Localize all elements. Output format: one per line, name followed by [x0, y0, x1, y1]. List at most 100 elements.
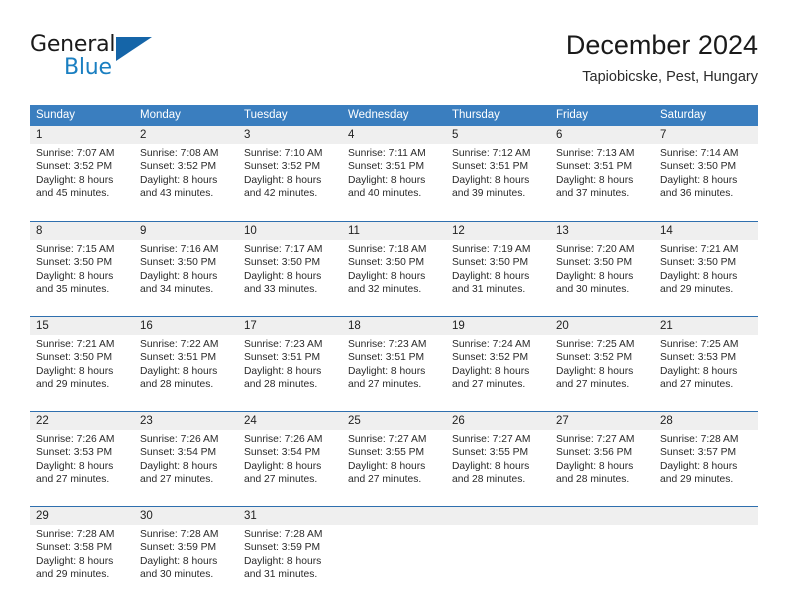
day-cell-2[interactable]: 2 Sunrise: 7:08 AM Sunset: 3:52 PM Daylight… [134, 126, 238, 215]
day-number: 22 [30, 412, 134, 430]
day-detail-line: Sunrise: 7:28 AM [140, 529, 219, 540]
day-cell-5[interactable]: 5 Sunrise: 7:12 AM Sunset: 3:51 PM Daylight… [446, 126, 550, 215]
day-detail-line: Sunset: 3:51 PM [452, 161, 529, 173]
day-detail-line: Sunrise: 7:13 AM [556, 148, 635, 159]
day-detail-lines: Sunrise: 7:17 AM Sunset: 3:50 PM Daylight:… [238, 240, 342, 297]
day-detail-line: Sunset: 3:50 PM [660, 257, 737, 269]
day-cell-9[interactable]: 9 Sunrise: 7:16 AM Sunset: 3:50 PM Daylight… [134, 222, 238, 310]
day-number [342, 507, 446, 525]
day-cell-15[interactable]: 15 Sunrise: 7:21 AM Sunset: 3:50 PM Dayligh… [30, 317, 134, 405]
day-detail-line: Daylight: 8 hours [660, 460, 738, 472]
day-detail-line: and 28 minutes. [140, 379, 214, 391]
day-cell-8[interactable]: 8 Sunrise: 7:15 AM Sunset: 3:50 PM Daylight… [30, 222, 134, 310]
day-cell-17[interactable]: 17 Sunrise: 7:23 AM Sunset: 3:51 PM Dayligh… [238, 317, 342, 405]
day-cell-23[interactable]: 23 Sunrise: 7:26 AM Sunset: 3:54 PM Dayligh… [134, 412, 238, 500]
day-cell-12[interactable]: 12 Sunrise: 7:19 AM Sunset: 3:50 PM Dayligh… [446, 222, 550, 310]
day-detail-line: Sunset: 3:54 PM [244, 447, 321, 459]
day-cell-13[interactable]: 13 Sunrise: 7:20 AM Sunset: 3:50 PM Dayligh… [550, 222, 654, 310]
day-number: 17 [238, 317, 342, 335]
day-cell-16[interactable]: 16 Sunrise: 7:22 AM Sunset: 3:51 PM Dayligh… [134, 317, 238, 405]
day-detail-line: Daylight: 8 hours [556, 460, 634, 472]
day-cell-27[interactable]: 27 Sunrise: 7:27 AM Sunset: 3:56 PM Dayligh… [550, 412, 654, 500]
day-detail-line: Daylight: 8 hours [348, 365, 426, 377]
day-cell-1[interactable]: 1 Sunrise: 7:07 AM Sunset: 3:52 PM Daylight… [30, 126, 134, 215]
day-detail-line: and 27 minutes. [348, 379, 422, 391]
day-detail-line: Sunset: 3:54 PM [140, 447, 217, 459]
day-detail-lines: Sunrise: 7:11 AM Sunset: 3:51 PM Daylight:… [342, 144, 446, 201]
day-detail-line: Sunrise: 7:27 AM [556, 434, 635, 445]
day-detail-line: and 27 minutes. [244, 474, 318, 486]
weekday-header-thursday: Thursday [452, 109, 500, 121]
day-cell-20[interactable]: 20 Sunrise: 7:25 AM Sunset: 3:52 PM Dayligh… [550, 317, 654, 405]
day-cell-29[interactable]: 29 Sunrise: 7:28 AM Sunset: 3:58 PM Dayligh… [30, 507, 134, 595]
day-number: 12 [446, 222, 550, 240]
day-cell-31[interactable]: 31 Sunrise: 7:28 AM Sunset: 3:59 PM Dayligh… [238, 507, 342, 595]
day-detail-lines: Sunrise: 7:25 AM Sunset: 3:52 PM Daylight:… [550, 335, 654, 392]
day-detail-line: Sunrise: 7:11 AM [348, 148, 426, 159]
day-detail-lines: Sunrise: 7:12 AM Sunset: 3:51 PM Daylight:… [446, 144, 550, 201]
day-detail-line: Daylight: 8 hours [556, 174, 634, 186]
day-detail-lines: Sunrise: 7:28 AM Sunset: 3:59 PM Daylight:… [238, 525, 342, 582]
day-detail-line: Daylight: 8 hours [36, 460, 114, 472]
day-detail-line: Daylight: 8 hours [140, 174, 218, 186]
day-detail-line: Sunset: 3:55 PM [348, 447, 425, 459]
day-number: 15 [30, 317, 134, 335]
day-detail-line: Sunset: 3:50 PM [244, 257, 321, 269]
day-cell-11[interactable]: 11 Sunrise: 7:18 AM Sunset: 3:50 PM Dayligh… [342, 222, 446, 310]
day-detail-lines: Sunrise: 7:28 AM Sunset: 3:59 PM Daylight:… [134, 525, 238, 582]
day-detail-line: and 40 minutes. [348, 188, 422, 200]
day-number: 29 [30, 507, 134, 525]
day-cell-4[interactable]: 4 Sunrise: 7:11 AM Sunset: 3:51 PM Daylight… [342, 126, 446, 215]
day-detail-lines: Sunrise: 7:13 AM Sunset: 3:51 PM Daylight:… [550, 144, 654, 201]
day-detail-line: and 30 minutes. [140, 569, 214, 581]
day-detail-line: and 32 minutes. [348, 284, 422, 296]
day-cell-14[interactable]: 14 Sunrise: 7:21 AM Sunset: 3:50 PM Dayligh… [654, 222, 758, 310]
day-detail-line: Sunset: 3:51 PM [244, 352, 321, 364]
day-detail-line: Daylight: 8 hours [452, 270, 530, 282]
day-detail-lines: Sunrise: 7:26 AM Sunset: 3:54 PM Daylight:… [134, 430, 238, 487]
day-number: 1 [30, 126, 134, 144]
day-number: 7 [654, 126, 758, 144]
day-detail-lines: Sunrise: 7:26 AM Sunset: 3:54 PM Daylight:… [238, 430, 342, 487]
calendar-week-row: 22 Sunrise: 7:26 AM Sunset: 3:53 PM Dayligh… [30, 411, 758, 500]
day-detail-lines: Sunrise: 7:22 AM Sunset: 3:51 PM Daylight:… [134, 335, 238, 392]
day-cell-26[interactable]: 26 Sunrise: 7:27 AM Sunset: 3:55 PM Dayligh… [446, 412, 550, 500]
page-header: General Blue December 2024 Tapiobicske, … [30, 28, 758, 100]
day-cell-3[interactable]: 3 Sunrise: 7:10 AM Sunset: 3:52 PM Daylight… [238, 126, 342, 215]
day-detail-lines: Sunrise: 7:28 AM Sunset: 3:57 PM Daylight:… [654, 430, 758, 487]
day-number: 25 [342, 412, 446, 430]
day-cell-10[interactable]: 10 Sunrise: 7:17 AM Sunset: 3:50 PM Dayligh… [238, 222, 342, 310]
day-detail-line: Daylight: 8 hours [660, 365, 738, 377]
day-detail-lines: Sunrise: 7:18 AM Sunset: 3:50 PM Daylight:… [342, 240, 446, 297]
day-detail-lines: Sunrise: 7:07 AM Sunset: 3:52 PM Daylight:… [30, 144, 134, 201]
day-detail-line: Sunset: 3:55 PM [452, 447, 529, 459]
day-detail-line: and 27 minutes. [36, 474, 110, 486]
day-number: 16 [134, 317, 238, 335]
day-cell-21[interactable]: 21 Sunrise: 7:25 AM Sunset: 3:53 PM Dayligh… [654, 317, 758, 405]
day-cell-28[interactable]: 28 Sunrise: 7:28 AM Sunset: 3:57 PM Dayligh… [654, 412, 758, 500]
day-detail-lines: Sunrise: 7:20 AM Sunset: 3:50 PM Daylight:… [550, 240, 654, 297]
day-detail-line: Sunrise: 7:10 AM [244, 148, 323, 159]
day-detail-line: Sunrise: 7:26 AM [140, 434, 219, 445]
day-cell-6[interactable]: 6 Sunrise: 7:13 AM Sunset: 3:51 PM Daylight… [550, 126, 654, 215]
day-cell-24[interactable]: 24 Sunrise: 7:26 AM Sunset: 3:54 PM Dayligh… [238, 412, 342, 500]
day-detail-line: Sunrise: 7:17 AM [244, 244, 323, 255]
day-cell-18[interactable]: 18 Sunrise: 7:23 AM Sunset: 3:51 PM Dayligh… [342, 317, 446, 405]
day-detail-line: Sunrise: 7:28 AM [36, 529, 115, 540]
day-detail-line: Sunrise: 7:07 AM [36, 148, 115, 159]
day-detail-line: Sunset: 3:50 PM [556, 257, 633, 269]
day-cell-25[interactable]: 25 Sunrise: 7:27 AM Sunset: 3:55 PM Dayligh… [342, 412, 446, 500]
day-cell-30[interactable]: 30 Sunrise: 7:28 AM Sunset: 3:59 PM Dayligh… [134, 507, 238, 595]
general-blue-logo[interactable]: General Blue [30, 32, 160, 84]
day-detail-line: Daylight: 8 hours [140, 270, 218, 282]
day-cell-empty [654, 507, 758, 595]
logo-text-blue: Blue [64, 55, 112, 80]
day-cell-7[interactable]: 7 Sunrise: 7:14 AM Sunset: 3:50 PM Daylight… [654, 126, 758, 215]
day-number: 5 [446, 126, 550, 144]
calendar-week-row: 29 Sunrise: 7:28 AM Sunset: 3:58 PM Dayligh… [30, 506, 758, 595]
day-cell-19[interactable]: 19 Sunrise: 7:24 AM Sunset: 3:52 PM Dayligh… [446, 317, 550, 405]
day-detail-lines: Sunrise: 7:14 AM Sunset: 3:50 PM Daylight:… [654, 144, 758, 201]
day-cell-22[interactable]: 22 Sunrise: 7:26 AM Sunset: 3:53 PM Dayligh… [30, 412, 134, 500]
day-detail-line: Daylight: 8 hours [244, 365, 322, 377]
day-detail-lines: Sunrise: 7:23 AM Sunset: 3:51 PM Daylight:… [238, 335, 342, 392]
